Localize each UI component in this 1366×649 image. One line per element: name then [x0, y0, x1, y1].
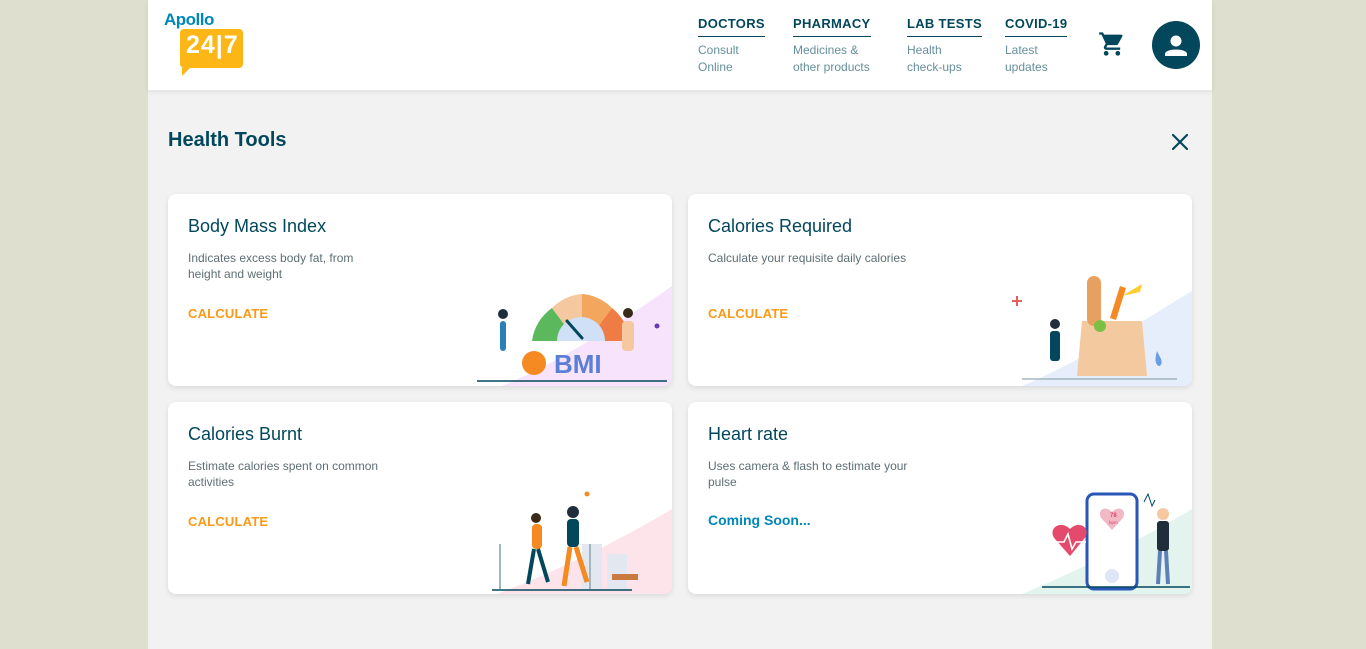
logo-number: 24|7: [186, 31, 239, 59]
page-title: Health Tools: [168, 129, 287, 151]
nav-sub-line: Consult: [698, 43, 739, 57]
coming-soon-label: Coming Soon...: [708, 512, 811, 528]
close-icon[interactable]: [1168, 130, 1192, 154]
nav-sub-line: check-ups: [907, 60, 962, 74]
nav-sub-line: Online: [698, 60, 733, 74]
calculate-button[interactable]: CALCULATE: [708, 306, 788, 321]
card-heart-rate[interactable]: Heart rate Uses camera & flash to estima…: [688, 402, 1192, 594]
header: Apollo 24|7 DOCTORS Consult Online PHARMA…: [148, 0, 1212, 90]
running-illustration: [492, 491, 672, 594]
nav-doctors[interactable]: DOCTORS Consult Online: [698, 13, 765, 76]
close-icon-svg: [1171, 133, 1189, 151]
nav-doctors-subtitle: Consult Online: [698, 42, 765, 76]
card-title: Calories Burnt: [188, 424, 303, 444]
calculate-button[interactable]: CALCULATE: [188, 514, 268, 529]
grocery-illustration: [1012, 276, 1192, 386]
nav-covid-subtitle: Latest updates: [1005, 42, 1067, 76]
nav-covid[interactable]: COVID-19 Latest updates: [1005, 13, 1068, 76]
nav-lab-tests-title[interactable]: LAB TESTS: [907, 16, 982, 37]
nav-sub-line: updates: [1005, 60, 1048, 74]
nav-covid-title[interactable]: COVID-19: [1005, 16, 1068, 37]
bmi-illustration: BMI: [477, 286, 672, 386]
phone-unit: bpm: [1109, 520, 1118, 525]
card-title: Calories Required: [708, 216, 853, 236]
card-description: Estimate calories spent on common activi…: [188, 459, 379, 489]
card-title: Body Mass Index: [188, 216, 327, 236]
nav-sub-line: other products: [793, 60, 870, 74]
card-description: Calculate your requisite daily calories: [708, 251, 907, 265]
apollo-logo[interactable]: Apollo 24|7: [164, 10, 246, 76]
nav-sub-line: Medicines &: [793, 43, 859, 57]
bmi-badge: BMI: [554, 349, 602, 379]
nav-lab-tests-subtitle: Health check-ups: [907, 42, 982, 76]
nav-pharmacy-subtitle: Medicines & other products: [793, 42, 871, 76]
nav-lab-tests[interactable]: LAB TESTS Health check-ups: [907, 13, 982, 76]
user-icon: [1165, 35, 1187, 56]
logo-word: Apollo: [164, 10, 214, 29]
nav-doctors-title[interactable]: DOCTORS: [698, 16, 765, 37]
card-calories-burnt[interactable]: Calories Burnt Estimate calories spent o…: [168, 402, 672, 594]
profile-avatar[interactable]: [1152, 21, 1200, 69]
page: Apollo 24|7 DOCTORS Consult Online PHARMA…: [148, 0, 1212, 649]
card-calories-required[interactable]: Calories Required Calculate your requisi…: [688, 194, 1192, 386]
card-description: Uses camera & flash to estimate your pul…: [708, 459, 908, 489]
card-description: Indicates excess body fat, from height a…: [188, 251, 354, 281]
nav-sub-line: Health: [907, 43, 942, 57]
nav-pharmacy-title[interactable]: PHARMACY: [793, 16, 871, 37]
card-bmi[interactable]: Body Mass Index Indicates excess body fa…: [168, 194, 672, 386]
cart-icon[interactable]: [1098, 30, 1126, 58]
card-title: Heart rate: [708, 424, 789, 444]
phone-reading: 78: [1110, 513, 1117, 519]
nav-sub-line: Latest: [1005, 43, 1038, 57]
nav-pharmacy[interactable]: PHARMACY Medicines & other products: [793, 13, 871, 76]
cart-icon-svg: [1099, 32, 1123, 56]
calculate-button[interactable]: CALCULATE: [188, 306, 268, 321]
heart-rate-illustration: 78 bpm: [1022, 492, 1192, 594]
